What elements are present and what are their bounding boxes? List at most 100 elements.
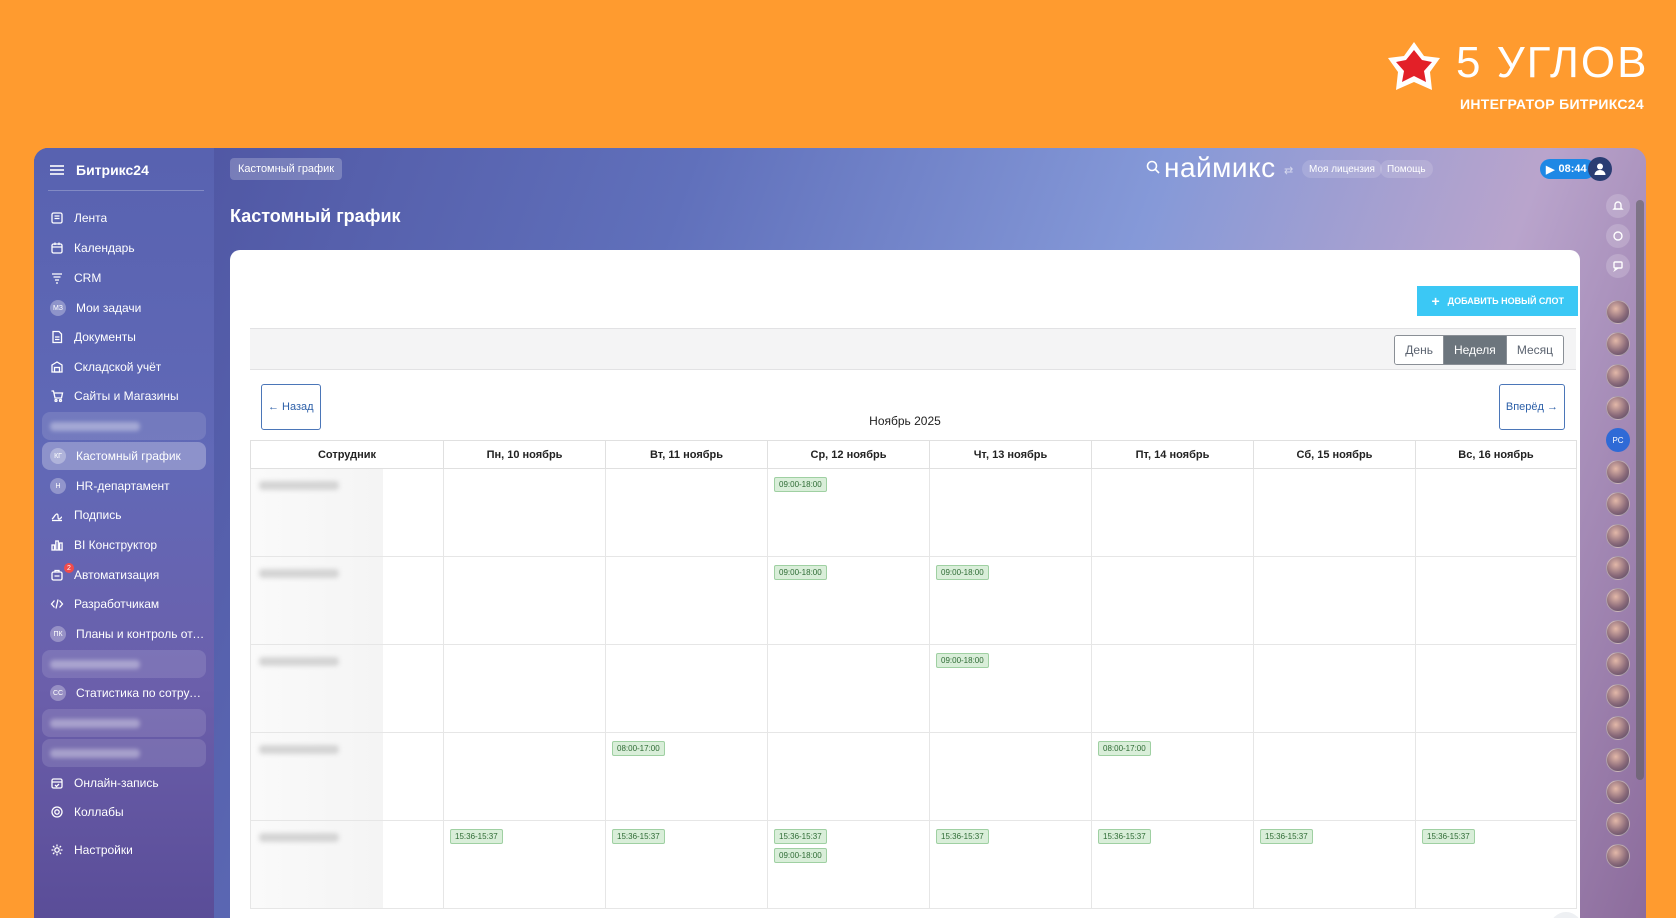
contact-avatar[interactable]	[1606, 684, 1630, 708]
day-cell[interactable]: 15:36-15:37	[929, 820, 1092, 909]
day-cell[interactable]	[1415, 556, 1577, 645]
contact-initials[interactable]: РС	[1606, 428, 1630, 452]
view-month-button[interactable]: Месяц	[1506, 336, 1563, 364]
add-slot-button[interactable]: + ДОБАВИТЬ НОВЫЙ СЛОТ	[1417, 286, 1578, 316]
day-cell[interactable]	[605, 644, 768, 733]
employee-cell[interactable]	[250, 820, 444, 909]
sidebar-item[interactable]: 2 Автоматизация	[42, 561, 206, 589]
time-slot[interactable]: 15:36-15:37	[1422, 829, 1475, 844]
day-cell[interactable]	[1415, 468, 1577, 557]
contact-avatar[interactable]	[1606, 332, 1630, 356]
sidebar-item[interactable]: СС Статистика по сотруд...	[42, 679, 206, 707]
day-cell[interactable]: 15:36-15:37 09:00-18:00	[767, 820, 930, 909]
contact-avatar[interactable]	[1606, 556, 1630, 580]
day-cell[interactable]	[1091, 556, 1254, 645]
day-cell[interactable]	[443, 732, 606, 821]
sidebar-item[interactable]: КГ Кастомный график	[42, 442, 206, 470]
time-slot[interactable]: 15:36-15:37	[774, 829, 827, 844]
time-slot[interactable]: 09:00-18:00	[774, 848, 827, 863]
day-cell[interactable]: 15:36-15:37	[443, 820, 606, 909]
day-cell[interactable]	[767, 732, 930, 821]
time-slot[interactable]: 15:36-15:37	[450, 829, 503, 844]
time-slot[interactable]: 09:00-18:00	[774, 565, 827, 580]
day-cell[interactable]	[605, 556, 768, 645]
employee-cell[interactable]	[250, 644, 444, 733]
employee-cell[interactable]	[250, 468, 444, 557]
day-cell[interactable]	[443, 644, 606, 733]
time-slot[interactable]: 15:36-15:37	[936, 829, 989, 844]
contact-avatar[interactable]	[1606, 588, 1630, 612]
list-button[interactable]	[1550, 912, 1582, 918]
day-cell[interactable]	[1091, 644, 1254, 733]
sidebar-item[interactable]: Складской учёт	[42, 353, 206, 381]
worktime-button[interactable]: ▶ 08:44	[1540, 159, 1595, 179]
contact-avatar[interactable]	[1606, 716, 1630, 740]
day-cell[interactable]: 09:00-18:00	[929, 556, 1092, 645]
sidebar-item[interactable]: Лента	[42, 204, 206, 232]
sidebar-item[interactable]: МЗ Мои задачи	[42, 294, 206, 322]
sidebar-item[interactable]: ПК Планы и контроль отд...	[42, 620, 206, 648]
contact-avatar[interactable]	[1606, 780, 1630, 804]
day-cell[interactable]: 08:00-17:00	[1091, 732, 1254, 821]
day-cell[interactable]	[929, 732, 1092, 821]
sidebar-item-hidden[interactable]	[42, 709, 206, 737]
day-cell[interactable]	[767, 644, 930, 733]
time-slot[interactable]: 09:00-18:00	[936, 565, 989, 580]
day-cell[interactable]: 15:36-15:37	[1253, 820, 1416, 909]
day-cell[interactable]: 08:00-17:00	[605, 732, 768, 821]
time-slot[interactable]: 15:36-15:37	[612, 829, 665, 844]
breadcrumb[interactable]: Кастомный график	[230, 158, 343, 180]
day-cell[interactable]: 15:36-15:37	[605, 820, 768, 909]
sidebar-item[interactable]: BI Конструктор	[42, 531, 206, 559]
day-cell[interactable]	[929, 468, 1092, 557]
contact-avatar[interactable]	[1606, 300, 1630, 324]
day-cell[interactable]: 09:00-18:00	[767, 556, 930, 645]
day-cell[interactable]	[1253, 732, 1416, 821]
contact-avatar[interactable]	[1606, 652, 1630, 676]
day-cell[interactable]	[1253, 644, 1416, 733]
contact-avatar[interactable]	[1606, 492, 1630, 516]
chat-icon[interactable]	[1606, 254, 1630, 278]
time-slot[interactable]: 15:36-15:37	[1098, 829, 1151, 844]
menu-icon[interactable]	[50, 165, 64, 175]
sidebar-item[interactable]: Подпись	[42, 501, 206, 529]
search-icon[interactable]	[1146, 160, 1162, 176]
next-week-button[interactable]: Вперёд →	[1498, 384, 1565, 430]
day-cell[interactable]	[443, 468, 606, 557]
day-cell[interactable]	[1415, 644, 1577, 733]
sidebar-item[interactable]: Календарь	[42, 234, 206, 262]
day-cell[interactable]: 15:36-15:37	[1415, 820, 1577, 909]
contact-avatar[interactable]	[1606, 364, 1630, 388]
scrollbar[interactable]	[1636, 200, 1644, 780]
sidebar-item[interactable]: Онлайн-запись	[42, 769, 206, 797]
day-cell[interactable]: 15:36-15:37	[1091, 820, 1254, 909]
contact-avatar[interactable]	[1606, 524, 1630, 548]
day-cell[interactable]: 09:00-18:00	[929, 644, 1092, 733]
day-cell[interactable]	[1091, 468, 1254, 557]
sidebar-item[interactable]: Настройки	[42, 836, 206, 864]
employee-cell[interactable]	[250, 556, 444, 645]
sidebar-item[interactable]: Документы	[42, 323, 206, 351]
license-link[interactable]: Моя лицензия	[1302, 160, 1382, 178]
contact-avatar[interactable]	[1606, 844, 1630, 868]
time-slot[interactable]: 08:00-17:00	[612, 741, 665, 756]
view-day-button[interactable]: День	[1395, 336, 1444, 364]
app-logo[interactable]: Битрикс24	[76, 162, 149, 178]
day-cell[interactable]: 09:00-18:00	[767, 468, 930, 557]
time-slot[interactable]: 08:00-17:00	[1098, 741, 1151, 756]
help-link[interactable]: Помощь	[1380, 160, 1433, 178]
user-avatar[interactable]	[1588, 157, 1612, 181]
sidebar-item-hidden[interactable]	[42, 739, 206, 767]
contact-avatar[interactable]	[1606, 748, 1630, 772]
sidebar-item[interactable]: CRM	[42, 264, 206, 292]
contact-avatar[interactable]	[1606, 396, 1630, 420]
sidebar-item-hidden[interactable]	[42, 412, 206, 440]
bell-icon[interactable]	[1606, 194, 1630, 218]
day-cell[interactable]	[1253, 468, 1416, 557]
contact-avatar[interactable]	[1606, 620, 1630, 644]
employee-cell[interactable]	[250, 732, 444, 821]
day-cell[interactable]	[1253, 556, 1416, 645]
time-slot[interactable]: 09:00-18:00	[774, 477, 827, 492]
day-cell[interactable]	[443, 556, 606, 645]
sidebar-item-hidden[interactable]	[42, 650, 206, 678]
